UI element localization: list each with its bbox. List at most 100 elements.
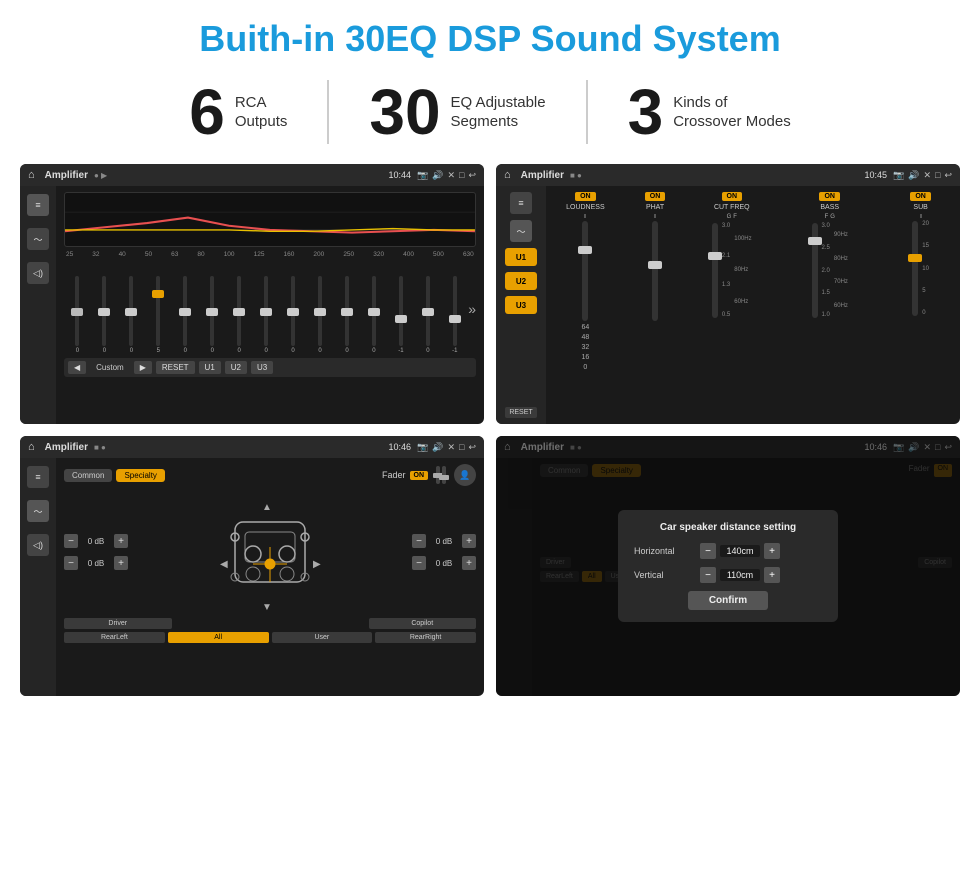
home2-icon[interactable]: ⌂ — [504, 169, 511, 181]
phat-channel: ON PHAT — [627, 192, 684, 418]
loudness-val5: 0 — [583, 364, 587, 371]
svg-text:◀: ◀ — [220, 559, 228, 570]
loudness-toggle[interactable]: ON — [575, 192, 596, 201]
fader-db-rr-plus[interactable]: + — [462, 556, 476, 570]
eq-reset-btn[interactable]: RESET — [156, 361, 195, 374]
eq-content: ≡ 〜 ◁) — [20, 186, 484, 424]
fader-db-fl-plus[interactable]: + — [114, 534, 128, 548]
bass-hz-vals: 90Hz 80Hz 70Hz 60Hz — [834, 223, 848, 318]
volume3-icon: 🔊 — [432, 442, 443, 453]
fader-db-fr-plus[interactable]: + — [462, 534, 476, 548]
close-icon[interactable]: ✕ — [447, 170, 455, 181]
eq-slider-4[interactable]: 0 — [172, 276, 199, 354]
preset-u2-btn[interactable]: U2 — [505, 272, 537, 290]
user-btn[interactable]: User — [272, 632, 373, 643]
fader-tab-specialty[interactable]: Specialty — [116, 469, 164, 482]
fader-db-rl-val: 0 dB — [82, 559, 110, 568]
eq-icon[interactable]: ≡ — [27, 194, 49, 216]
eq-slider-10[interactable]: 0 — [334, 276, 361, 354]
dialog-overlay: Car speaker distance setting Horizontal … — [496, 436, 960, 696]
fader-wave-icon[interactable]: 〜 — [27, 500, 49, 522]
fader-profile-icon[interactable]: 👤 — [454, 464, 476, 486]
back2-icon[interactable]: ↩ — [944, 170, 952, 181]
eq-slider-8[interactable]: 0 — [280, 276, 307, 354]
rearleft-btn[interactable]: RearLeft — [64, 632, 165, 643]
eq-play-btn[interactable]: ▶ — [134, 361, 152, 374]
window2-icon[interactable]: □ — [935, 170, 940, 181]
fader-speaker-icon[interactable]: ◁) — [27, 534, 49, 556]
eq-dots: ● ▶ — [94, 171, 107, 180]
fader-db-rl-plus[interactable]: + — [114, 556, 128, 570]
eq-slider-0[interactable]: 0 — [64, 276, 91, 354]
bass-toggle[interactable]: ON — [819, 192, 840, 201]
fader-db-rl-minus[interactable]: − — [64, 556, 78, 570]
phat-slider-a[interactable] — [652, 221, 658, 321]
stat-crossover: 3 Kinds ofCrossover Modes — [588, 80, 831, 144]
eq-slider-3[interactable]: 5 — [145, 276, 172, 354]
vertical-plus-btn[interactable]: + — [764, 567, 780, 583]
fader-db-fr-minus[interactable]: − — [412, 534, 426, 548]
eq-screen-card: ⌂ Amplifier ● ▶ 10:44 📷 🔊 ✕ □ ↩ ≡ 〜 ◁) — [20, 164, 484, 424]
preset-u1-btn[interactable]: U1 — [505, 248, 537, 266]
cross-wave-icon[interactable]: 〜 — [510, 220, 532, 242]
crossover-title: Amplifier — [521, 170, 564, 181]
rearright-btn[interactable]: RearRight — [375, 632, 476, 643]
home-icon[interactable]: ⌂ — [28, 169, 35, 181]
cutfreq-slider-g[interactable] — [712, 223, 718, 318]
speaker-icon[interactable]: ◁) — [27, 262, 49, 284]
eq-slider-6[interactable]: 0 — [226, 276, 253, 354]
sub-sliders: 20 15 10 5 0 — [912, 221, 929, 316]
stat-rca: 6 RCAOutputs — [149, 80, 329, 144]
eq-slider-2[interactable]: 0 — [118, 276, 145, 354]
cutfreq-toggle[interactable]: ON — [722, 192, 743, 201]
window3-icon[interactable]: □ — [459, 442, 464, 453]
vertical-minus-btn[interactable]: − — [700, 567, 716, 583]
svg-text:▶: ▶ — [313, 559, 321, 570]
cross-reset-btn[interactable]: RESET — [505, 407, 536, 418]
close2-icon[interactable]: ✕ — [923, 170, 931, 181]
copilot-btn[interactable]: Copilot — [369, 618, 477, 629]
fader-eq-icon[interactable]: ≡ — [27, 466, 49, 488]
cross-eq-icon[interactable]: ≡ — [510, 192, 532, 214]
confirm-button[interactable]: Confirm — [688, 591, 768, 610]
car-diagram: ▲ ▼ ◀ ▶ — [134, 492, 406, 612]
eq-slider-9[interactable]: 0 — [307, 276, 334, 354]
eq-main: 253240506380100125160200250320400500630 … — [56, 186, 484, 424]
eq-u2-btn[interactable]: U2 — [225, 361, 247, 374]
home3-icon[interactable]: ⌂ — [28, 441, 35, 453]
eq-slider-14[interactable]: -1 — [441, 276, 468, 354]
fader-time: 10:46 — [389, 442, 412, 452]
loudness-slider-1[interactable] — [582, 221, 588, 321]
sub-toggle[interactable]: ON — [910, 192, 931, 201]
eq-prev-btn[interactable]: ◀ — [68, 361, 86, 374]
bass-slider-f[interactable] — [812, 223, 818, 318]
fader-h-slider2[interactable] — [442, 466, 446, 484]
eq-more-icon[interactable]: » — [468, 301, 476, 317]
horizontal-plus-btn[interactable]: + — [764, 543, 780, 559]
fader-db-fl-minus[interactable]: − — [64, 534, 78, 548]
preset-u3-btn[interactable]: U3 — [505, 296, 537, 314]
fader-on-toggle[interactable]: ON — [410, 471, 429, 480]
loudness-label: LOUDNESS — [566, 204, 605, 211]
eq-slider-12[interactable]: -1 — [387, 276, 414, 354]
driver-btn[interactable]: Driver — [64, 618, 172, 629]
back-icon[interactable]: ↩ — [468, 170, 476, 181]
fader-tab-common[interactable]: Common — [64, 469, 112, 482]
eq-slider-1[interactable]: 0 — [91, 276, 118, 354]
window-icon[interactable]: □ — [459, 170, 464, 181]
all-btn[interactable]: All — [168, 632, 269, 643]
sub-slider[interactable] — [912, 221, 918, 316]
camera-icon: 📷 — [417, 170, 428, 181]
back3-icon[interactable]: ↩ — [468, 442, 476, 453]
eq-slider-11[interactable]: 0 — [360, 276, 387, 354]
horizontal-minus-btn[interactable]: − — [700, 543, 716, 559]
eq-u1-btn[interactable]: U1 — [199, 361, 221, 374]
eq-slider-5[interactable]: 0 — [199, 276, 226, 354]
wave-icon[interactable]: 〜 — [27, 228, 49, 250]
phat-toggle[interactable]: ON — [645, 192, 666, 201]
close3-icon[interactable]: ✕ — [447, 442, 455, 453]
eq-slider-7[interactable]: 0 — [253, 276, 280, 354]
eq-slider-13[interactable]: 0 — [414, 276, 441, 354]
fader-db-rr-minus[interactable]: − — [412, 556, 426, 570]
eq-u3-btn[interactable]: U3 — [251, 361, 273, 374]
